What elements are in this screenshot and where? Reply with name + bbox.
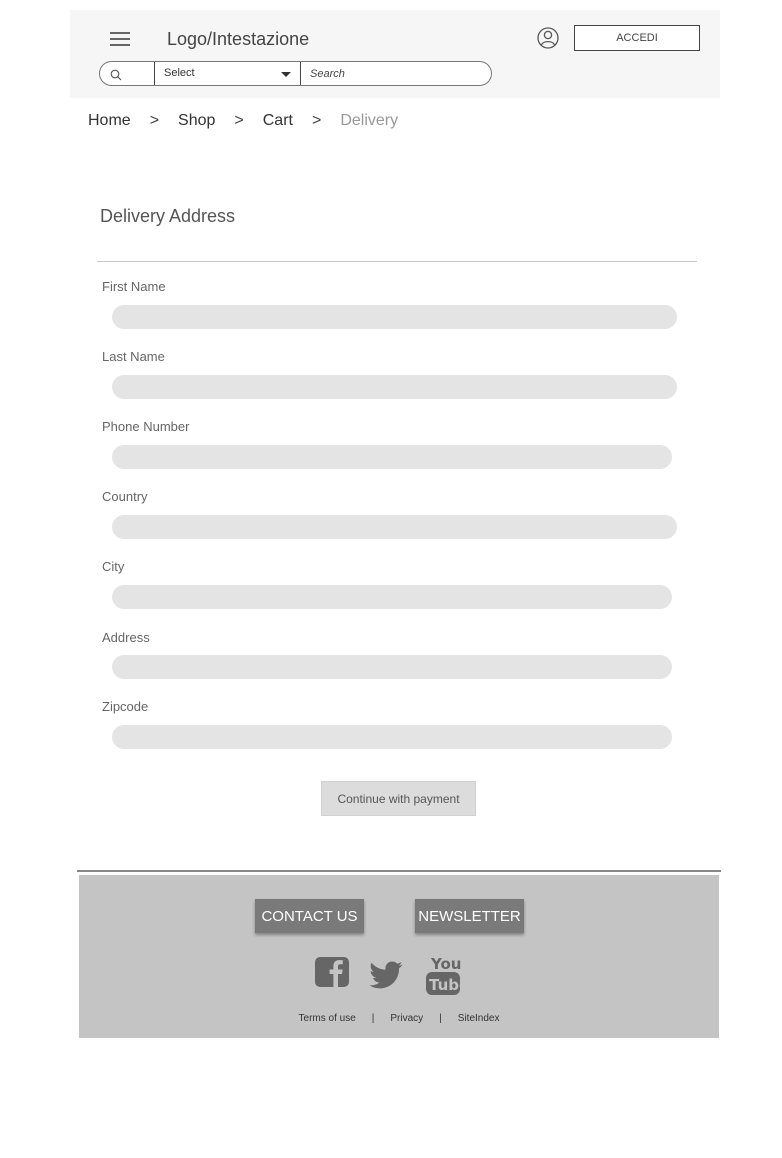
city-field[interactable]: [112, 585, 672, 609]
login-button[interactable]: ACCEDI: [574, 25, 700, 51]
site-index-link[interactable]: SiteIndex: [458, 1013, 500, 1024]
youtube-icon[interactable]: You Tube: [425, 953, 469, 997]
user-icon[interactable]: [536, 26, 560, 50]
breadcrumb-separator: >: [234, 112, 244, 129]
zipcode-label: Zipcode: [102, 699, 149, 714]
site-header: Logo/Intestazione ACCEDI Select: [70, 10, 720, 98]
last-name-label: Last Name: [102, 349, 165, 364]
site-logo[interactable]: Logo/Intestazione: [167, 29, 309, 50]
hamburger-menu-icon[interactable]: [110, 32, 130, 46]
search-input[interactable]: [310, 66, 480, 82]
first-name-label: First Name: [102, 279, 166, 294]
country-label: Country: [102, 489, 148, 504]
privacy-link[interactable]: Privacy: [390, 1013, 423, 1024]
continue-with-payment-button[interactable]: Continue with payment: [321, 781, 476, 816]
phone-number-field[interactable]: [112, 445, 672, 469]
breadcrumb-home[interactable]: Home: [88, 112, 131, 130]
svg-text:You: You: [430, 955, 461, 973]
phone-number-label: Phone Number: [102, 419, 190, 434]
city-label: City: [102, 559, 125, 574]
breadcrumb-separator: >: [311, 112, 322, 129]
breadcrumb-cart[interactable]: Cart: [263, 112, 293, 130]
breadcrumb: Home > Shop > Cart > Delivery: [88, 112, 398, 130]
breadcrumb-current: Delivery: [340, 112, 399, 129]
terms-of-use-link[interactable]: Terms of use: [299, 1013, 356, 1024]
newsletter-button[interactable]: NEWSLETTER: [415, 899, 524, 933]
address-field[interactable]: [112, 655, 672, 679]
footer-links: Terms of use | Privacy | SiteIndex: [79, 1013, 719, 1024]
divider: [97, 261, 697, 262]
breadcrumb-shop[interactable]: Shop: [178, 112, 215, 130]
site-footer: CONTACT US NEWSLETTER You Tube Terms of …: [79, 875, 719, 1038]
country-field[interactable]: [112, 515, 677, 539]
last-name-field[interactable]: [112, 375, 677, 399]
footer-link-separator: |: [371, 1013, 375, 1024]
contact-us-button[interactable]: CONTACT US: [255, 899, 364, 933]
section-title: Delivery Address: [100, 206, 236, 226]
footer-divider: [77, 870, 721, 872]
category-select[interactable]: Select: [154, 62, 301, 85]
svg-text:Tube: Tube: [429, 976, 461, 994]
twitter-icon[interactable]: [368, 953, 404, 997]
footer-link-separator: |: [439, 1013, 442, 1024]
caret-down-icon: [281, 72, 291, 77]
category-select-value: Select: [164, 67, 195, 79]
search-icon[interactable]: [110, 68, 122, 81]
address-label: Address: [102, 630, 150, 645]
search-bar: Select: [99, 61, 492, 86]
zipcode-field[interactable]: [112, 725, 672, 749]
breadcrumb-separator: >: [149, 112, 160, 129]
facebook-icon[interactable]: [314, 953, 350, 997]
first-name-field[interactable]: [112, 305, 677, 329]
